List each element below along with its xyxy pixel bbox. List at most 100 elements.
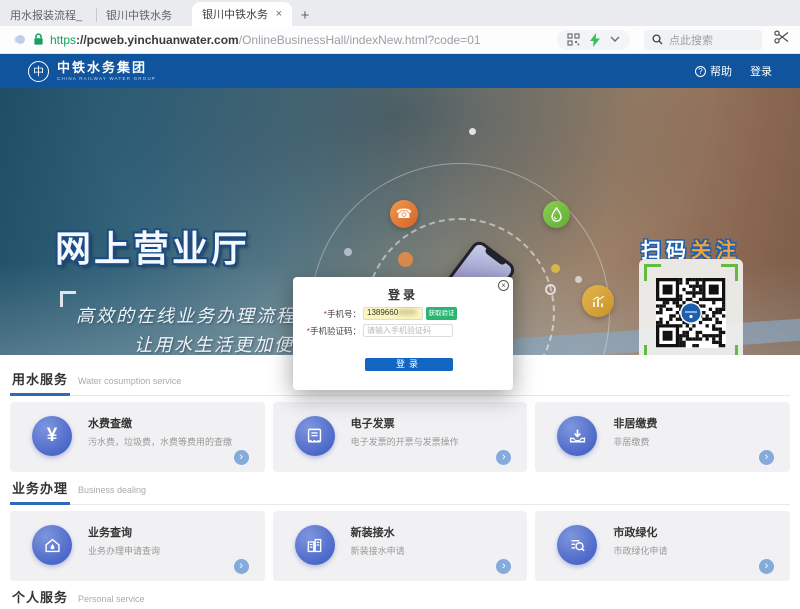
- hero-title: 网上营业厅: [55, 220, 250, 272]
- house-drop-icon: [43, 536, 62, 555]
- scissors-icon[interactable]: [774, 30, 792, 49]
- brand-subtitle: CHINA RAILWAY WATER GROUP: [57, 76, 156, 81]
- chevron-down-icon[interactable]: [610, 36, 620, 43]
- quote-bracket: [60, 291, 76, 307]
- get-code-button[interactable]: 获取验证码: [426, 307, 457, 320]
- phone-input[interactable]: 13896600000: [363, 307, 423, 320]
- yen-icon-badge: ¥: [32, 416, 72, 456]
- new-tab-button[interactable]: +: [292, 4, 318, 26]
- service-card[interactable]: 新装接水新装接水申请 ›: [273, 511, 528, 581]
- section-header: 个人服务 Personal service: [10, 587, 790, 609]
- yen-icon: ¥: [47, 425, 58, 447]
- chevron-right-icon[interactable]: ›: [496, 450, 511, 465]
- search-icon-badge: [557, 525, 597, 565]
- speed-mode-icon[interactable]: [590, 33, 600, 47]
- close-tab-icon[interactable]: ×: [276, 8, 282, 20]
- login-submit-button[interactable]: 登录: [365, 358, 453, 371]
- tab-title: 银川中铁水务: [106, 7, 182, 23]
- help-label: 帮助: [710, 63, 732, 79]
- bar-chart-icon: [582, 285, 614, 317]
- chevron-right-icon[interactable]: ›: [496, 559, 511, 574]
- address-toolbar: [557, 30, 630, 50]
- card-description: 新装接水申请: [351, 544, 405, 557]
- card-title: 电子发票: [351, 415, 395, 431]
- lock-icon: [33, 33, 44, 46]
- water-drop-icon: [543, 201, 570, 228]
- section-header: 业务办理 Business dealing: [10, 478, 790, 505]
- help-link[interactable]: ? 帮助: [695, 63, 732, 79]
- section-title: 业务办理: [10, 478, 70, 505]
- decorative-dot: [469, 128, 476, 135]
- code-label: *手机验证码：: [293, 325, 361, 337]
- search-box[interactable]: 点此搜索: [644, 30, 762, 50]
- service-card[interactable]: 电子发票电子发票的开票与发票操作 ›: [273, 402, 528, 472]
- card-description: 污水费，垃圾费，水费等费用的查缴: [88, 435, 232, 448]
- decorative-dot: [545, 284, 556, 295]
- section-title: 个人服务: [10, 587, 70, 609]
- tab-water-install-flow[interactable]: 用水报装流程_: [0, 4, 96, 26]
- chevron-right-icon[interactable]: ›: [234, 450, 249, 465]
- search-doc-icon: [568, 536, 587, 555]
- card-title: 业务查询: [88, 524, 132, 540]
- brand-name: 中铁水务集团: [57, 61, 156, 74]
- search-icon: [652, 34, 663, 45]
- chevron-right-icon[interactable]: ›: [234, 559, 249, 574]
- section-subtitle: Water cosumption service: [78, 376, 181, 386]
- buildings-icon-badge: [295, 525, 335, 565]
- close-icon[interactable]: ×: [498, 280, 509, 291]
- card-title: 新装接水: [351, 524, 395, 540]
- tab-yinchuan-water-1[interactable]: 银川中铁水务: [96, 4, 192, 26]
- chevron-right-icon[interactable]: ›: [759, 450, 774, 465]
- header-links: ? 帮助 登录: [695, 63, 772, 79]
- phone-call-icon: ☎: [390, 200, 418, 228]
- qr-code-panel: [639, 259, 743, 355]
- header-login-link[interactable]: 登录: [750, 63, 772, 79]
- buildings-icon: [305, 536, 324, 555]
- section-subtitle: Business dealing: [78, 485, 146, 495]
- hero-slogan-line2: 让用水生活更加便捷: [134, 331, 314, 355]
- url-field[interactable]: https://pcweb.yinchuanwater.com/OnlineBu…: [50, 33, 481, 47]
- section: 个人服务 Personal service: [10, 587, 790, 609]
- blurred-digits: 0000: [398, 308, 416, 317]
- card-title: 市政绿化: [613, 524, 657, 540]
- decorative-dot: [398, 252, 413, 267]
- inbox-icon-badge: [557, 416, 597, 456]
- service-card[interactable]: ¥ 水费查缴污水费，垃圾费，水费等费用的查缴›: [10, 402, 265, 472]
- inbox-download-icon: [568, 427, 587, 446]
- card-row: ¥水费查缴污水费，垃圾费，水费等费用的查缴›电子发票电子发票的开票与发票操作›非…: [10, 402, 790, 472]
- brand-block: 中铁水务集团 CHINA RAILWAY WATER GROUP: [57, 61, 156, 81]
- card-description: 电子发票的开票与发票操作: [351, 435, 459, 448]
- decorative-dot: [575, 276, 582, 283]
- card-title: 非居缴费: [613, 415, 657, 431]
- hero-slogan-line1: 高效的在线业务办理流程: [76, 302, 296, 328]
- qr-login-icon[interactable]: [567, 33, 580, 46]
- house-icon-badge: [32, 525, 72, 565]
- tab-title: 用水报装流程_: [10, 7, 86, 23]
- section-title: 用水服务: [10, 369, 70, 396]
- card-title: 水费查缴: [88, 415, 132, 431]
- brand-logo-icon: 中: [28, 61, 49, 82]
- url-scheme: https: [50, 33, 76, 47]
- tab-yinchuan-water-active[interactable]: 银川中铁水务 ×: [192, 2, 292, 26]
- search-placeholder: 点此搜索: [669, 32, 713, 48]
- code-row: *手机验证码：: [293, 324, 513, 337]
- url-path: /OnlineBusinessHall/indexNew.html?code=0…: [239, 33, 481, 47]
- section-subtitle: Personal service: [78, 594, 145, 604]
- chevron-right-icon[interactable]: ›: [759, 559, 774, 574]
- browser-window: 用水报装流程_ 银川中铁水务 银川中铁水务 × + https://pcweb.…: [0, 0, 800, 609]
- card-description: 业务办理申请查询: [88, 544, 160, 557]
- help-icon: ?: [695, 66, 706, 77]
- site-info-icon[interactable]: [16, 35, 25, 44]
- login-modal: × 登录 *手机号： 13896600000 获取验证码 *手机验证码： 登录: [293, 277, 513, 390]
- card-description: 市政绿化申请: [613, 544, 667, 557]
- service-card[interactable]: 市政绿化市政绿化申请 ›: [535, 511, 790, 581]
- phone-label: *手机号：: [293, 308, 361, 320]
- invoice-icon: [305, 427, 324, 446]
- invoice-icon-badge: [295, 416, 335, 456]
- address-bar: https://pcweb.yinchuanwater.com/OnlineBu…: [0, 26, 800, 54]
- service-card[interactable]: 非居缴费非居缴费›: [535, 402, 790, 472]
- service-card[interactable]: 业务查询业务办理申请查询 ›: [10, 511, 265, 581]
- qr-code-image: [656, 278, 726, 353]
- card-description: 非居缴费: [613, 435, 649, 448]
- code-input[interactable]: [363, 324, 453, 337]
